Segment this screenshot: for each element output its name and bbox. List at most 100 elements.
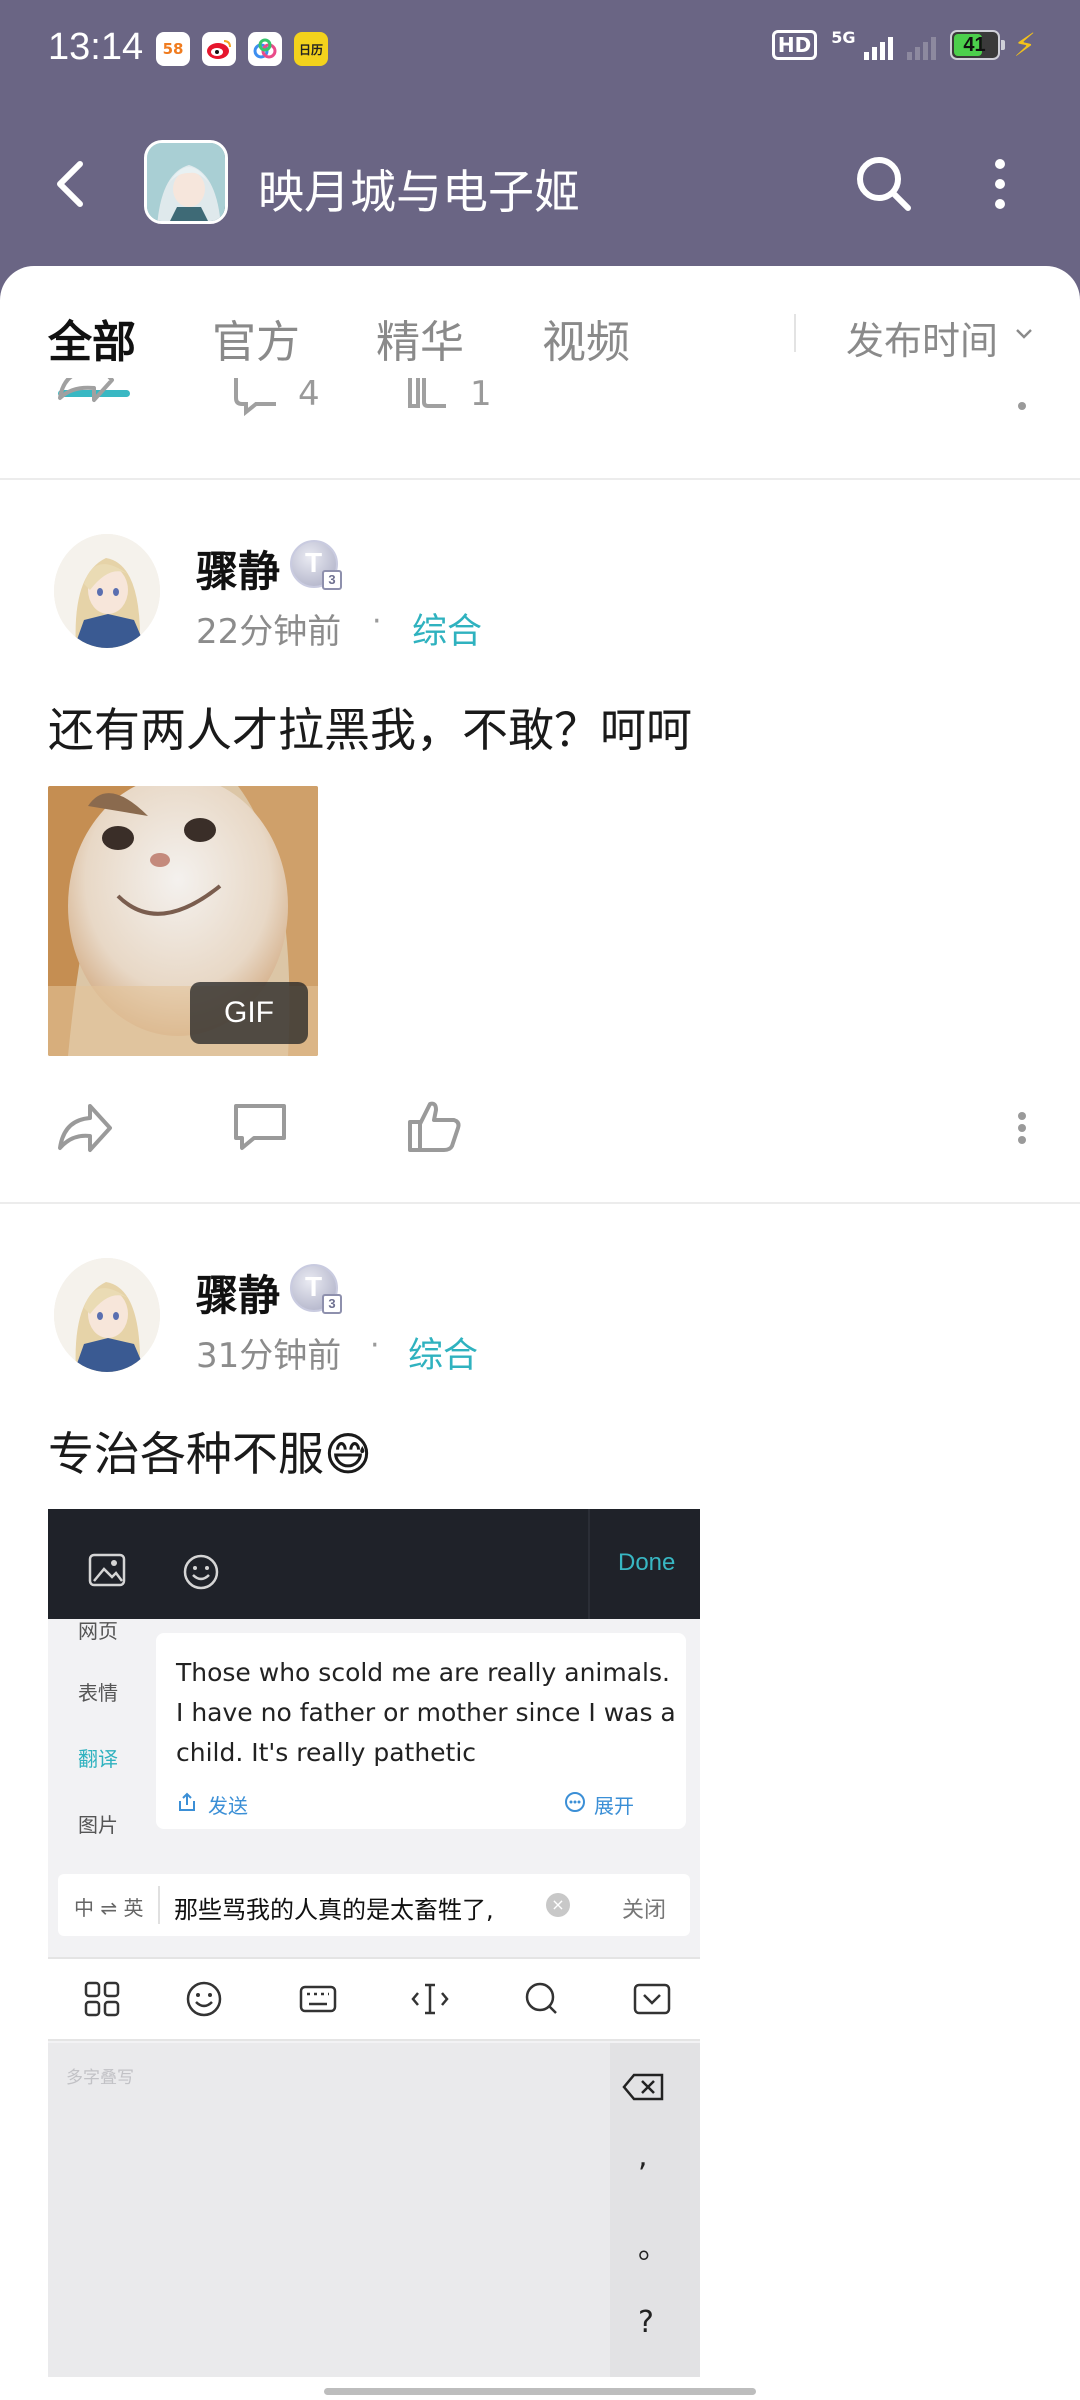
post-screenshot-image[interactable]: Done 网页 表情 翻译 图片 Those who scold me are … — [48, 1509, 700, 2377]
gif-badge: GIF — [190, 982, 308, 1044]
badge-level: 3 — [322, 570, 342, 590]
backspace-icon — [622, 2073, 664, 2101]
input-divider — [158, 1886, 160, 1924]
badge-letter: T — [305, 547, 323, 578]
translation-card: Those who scold me are really animals. I… — [156, 1633, 686, 1829]
comment-count: 4 — [298, 378, 320, 414]
badge-level: 3 — [322, 1294, 342, 1314]
emoji-icon — [186, 1981, 222, 2017]
close-label: 关闭 — [622, 1898, 667, 1923]
like-icon[interactable] — [404, 1096, 464, 1156]
translation-text: Those who scold me are really animals. I… — [176, 1658, 676, 1767]
signal-strong-icon — [863, 30, 893, 60]
tab-all[interactable]: 全部 — [48, 306, 136, 370]
toolbar-divider — [588, 1509, 590, 1619]
send-icon — [179, 1792, 195, 1811]
handwriting-keyboard: 多字叠写 , 。 ? — [48, 2043, 700, 2377]
input-text: 那些骂我的人真的是太畜牲了, — [174, 1896, 494, 1924]
post-time: 31分钟前 — [196, 1336, 342, 1376]
cursor-icon — [411, 1983, 449, 2015]
hd-icon: HD — [771, 30, 818, 60]
post-text[interactable]: 专治各种不服😅 — [48, 1418, 372, 1484]
level-badge: T 3 — [290, 540, 342, 590]
forum-title: 映月城与电子姬 — [258, 165, 580, 219]
keyboard-hint: 多字叠写 — [66, 2068, 134, 2088]
status-time: 13:14 — [48, 26, 144, 68]
post-divider — [0, 478, 1080, 480]
separator-dot: · — [370, 1328, 380, 1363]
collapse-keyboard-icon — [633, 1983, 671, 2015]
separator-dot: · — [372, 604, 382, 639]
post-time: 22分钟前 — [196, 612, 342, 652]
app-58-icon: 58 — [156, 32, 190, 66]
search-icon — [857, 157, 911, 211]
expand-label: 展开 — [594, 1794, 634, 1818]
cloud-app-icon — [248, 32, 282, 66]
more-button[interactable] — [968, 152, 1032, 216]
emoji-icon — [183, 1554, 219, 1590]
back-button[interactable] — [42, 154, 102, 214]
user-avatar[interactable] — [54, 1258, 160, 1372]
user-avatar[interactable] — [54, 534, 160, 648]
weibo-icon — [202, 32, 236, 66]
search-icon — [525, 1982, 557, 2014]
side-item: 表情 — [78, 1681, 118, 1705]
sort-divider — [794, 314, 796, 352]
comment-icon[interactable] — [230, 1098, 290, 1158]
comment-icon[interactable] — [232, 378, 282, 438]
status-app-icons: 58 日历 — [156, 32, 328, 66]
post-category[interactable]: 综合 — [412, 603, 482, 654]
image-icon — [88, 1553, 126, 1587]
badge-letter: T — [305, 1271, 323, 1302]
keyboard-icon — [299, 1985, 337, 2013]
side-item-active: 翻译 — [78, 1747, 118, 1771]
side-item: 图片 — [78, 1813, 118, 1837]
post-gif-image[interactable]: GIF — [48, 786, 318, 1056]
tab-bar: 全部 官方 精华 视频 发布时间 — [0, 266, 1080, 397]
keyboard-toolbar — [48, 1957, 700, 2041]
tab-video[interactable]: 视频 — [542, 306, 630, 370]
translate-input-row: 中 ⇌ 英 那些骂我的人真的是太畜牲了, × 关闭 — [58, 1874, 690, 1936]
more-vertical-icon — [995, 159, 1005, 209]
forum-avatar[interactable] — [144, 140, 228, 224]
like-count: 1 — [470, 378, 492, 414]
side-item: 网页 — [78, 1619, 118, 1643]
status-indicators: HD 5G 41 ⚡ — [771, 26, 1036, 64]
question-key: ? — [638, 2305, 654, 2340]
home-indicator[interactable] — [324, 2388, 756, 2395]
share-icon[interactable] — [54, 1098, 114, 1158]
nav-bar: 映月城与电子姬 — [0, 130, 1080, 240]
signal-weak-icon — [906, 30, 936, 60]
expand-icon — [565, 1792, 585, 1812]
post-text[interactable]: 还有两人才拉黑我，不敢？呵呵 — [48, 694, 692, 760]
screenshot-toolbar: Done — [48, 1509, 700, 1619]
status-bar: 13:14 58 日历 HD 5G 41 ⚡ — [0, 0, 1080, 100]
chevron-down-icon — [1016, 329, 1032, 339]
post-divider — [0, 1202, 1080, 1204]
username[interactable]: 骤静 — [196, 538, 280, 599]
post-more-icon[interactable] — [1016, 378, 1028, 418]
clear-icon: × — [546, 1893, 570, 1917]
post-category[interactable]: 综合 — [408, 1327, 478, 1378]
tab-featured[interactable]: 精华 — [376, 306, 464, 370]
share-icon[interactable] — [54, 378, 116, 438]
username[interactable]: 骤静 — [196, 1262, 280, 1323]
battery-icon: 41 — [949, 30, 1005, 60]
like-icon[interactable] — [406, 378, 456, 438]
search-button[interactable] — [852, 152, 916, 216]
grid-icon — [84, 1981, 120, 2017]
network-type: 5G — [831, 27, 856, 47]
level-badge: T 3 — [290, 1264, 342, 1314]
sort-dropdown[interactable]: 发布时间 — [846, 310, 998, 365]
battery-level: 41 — [963, 33, 986, 56]
post-more-icon[interactable] — [1000, 1098, 1044, 1158]
calendar-app-icon: 日历 — [294, 32, 328, 66]
tab-official[interactable]: 官方 — [212, 306, 300, 370]
send-label: 发送 — [208, 1794, 248, 1818]
language-switch: 中 ⇌ 英 — [74, 1896, 144, 1920]
back-arrow-icon — [57, 161, 83, 207]
charging-icon: ⚡ — [1013, 26, 1036, 64]
period-key: 。 — [638, 2231, 668, 2266]
screenshot-sidebar: 网页 表情 翻译 图片 — [48, 1619, 152, 1839]
done-button: Done — [618, 1549, 676, 1576]
